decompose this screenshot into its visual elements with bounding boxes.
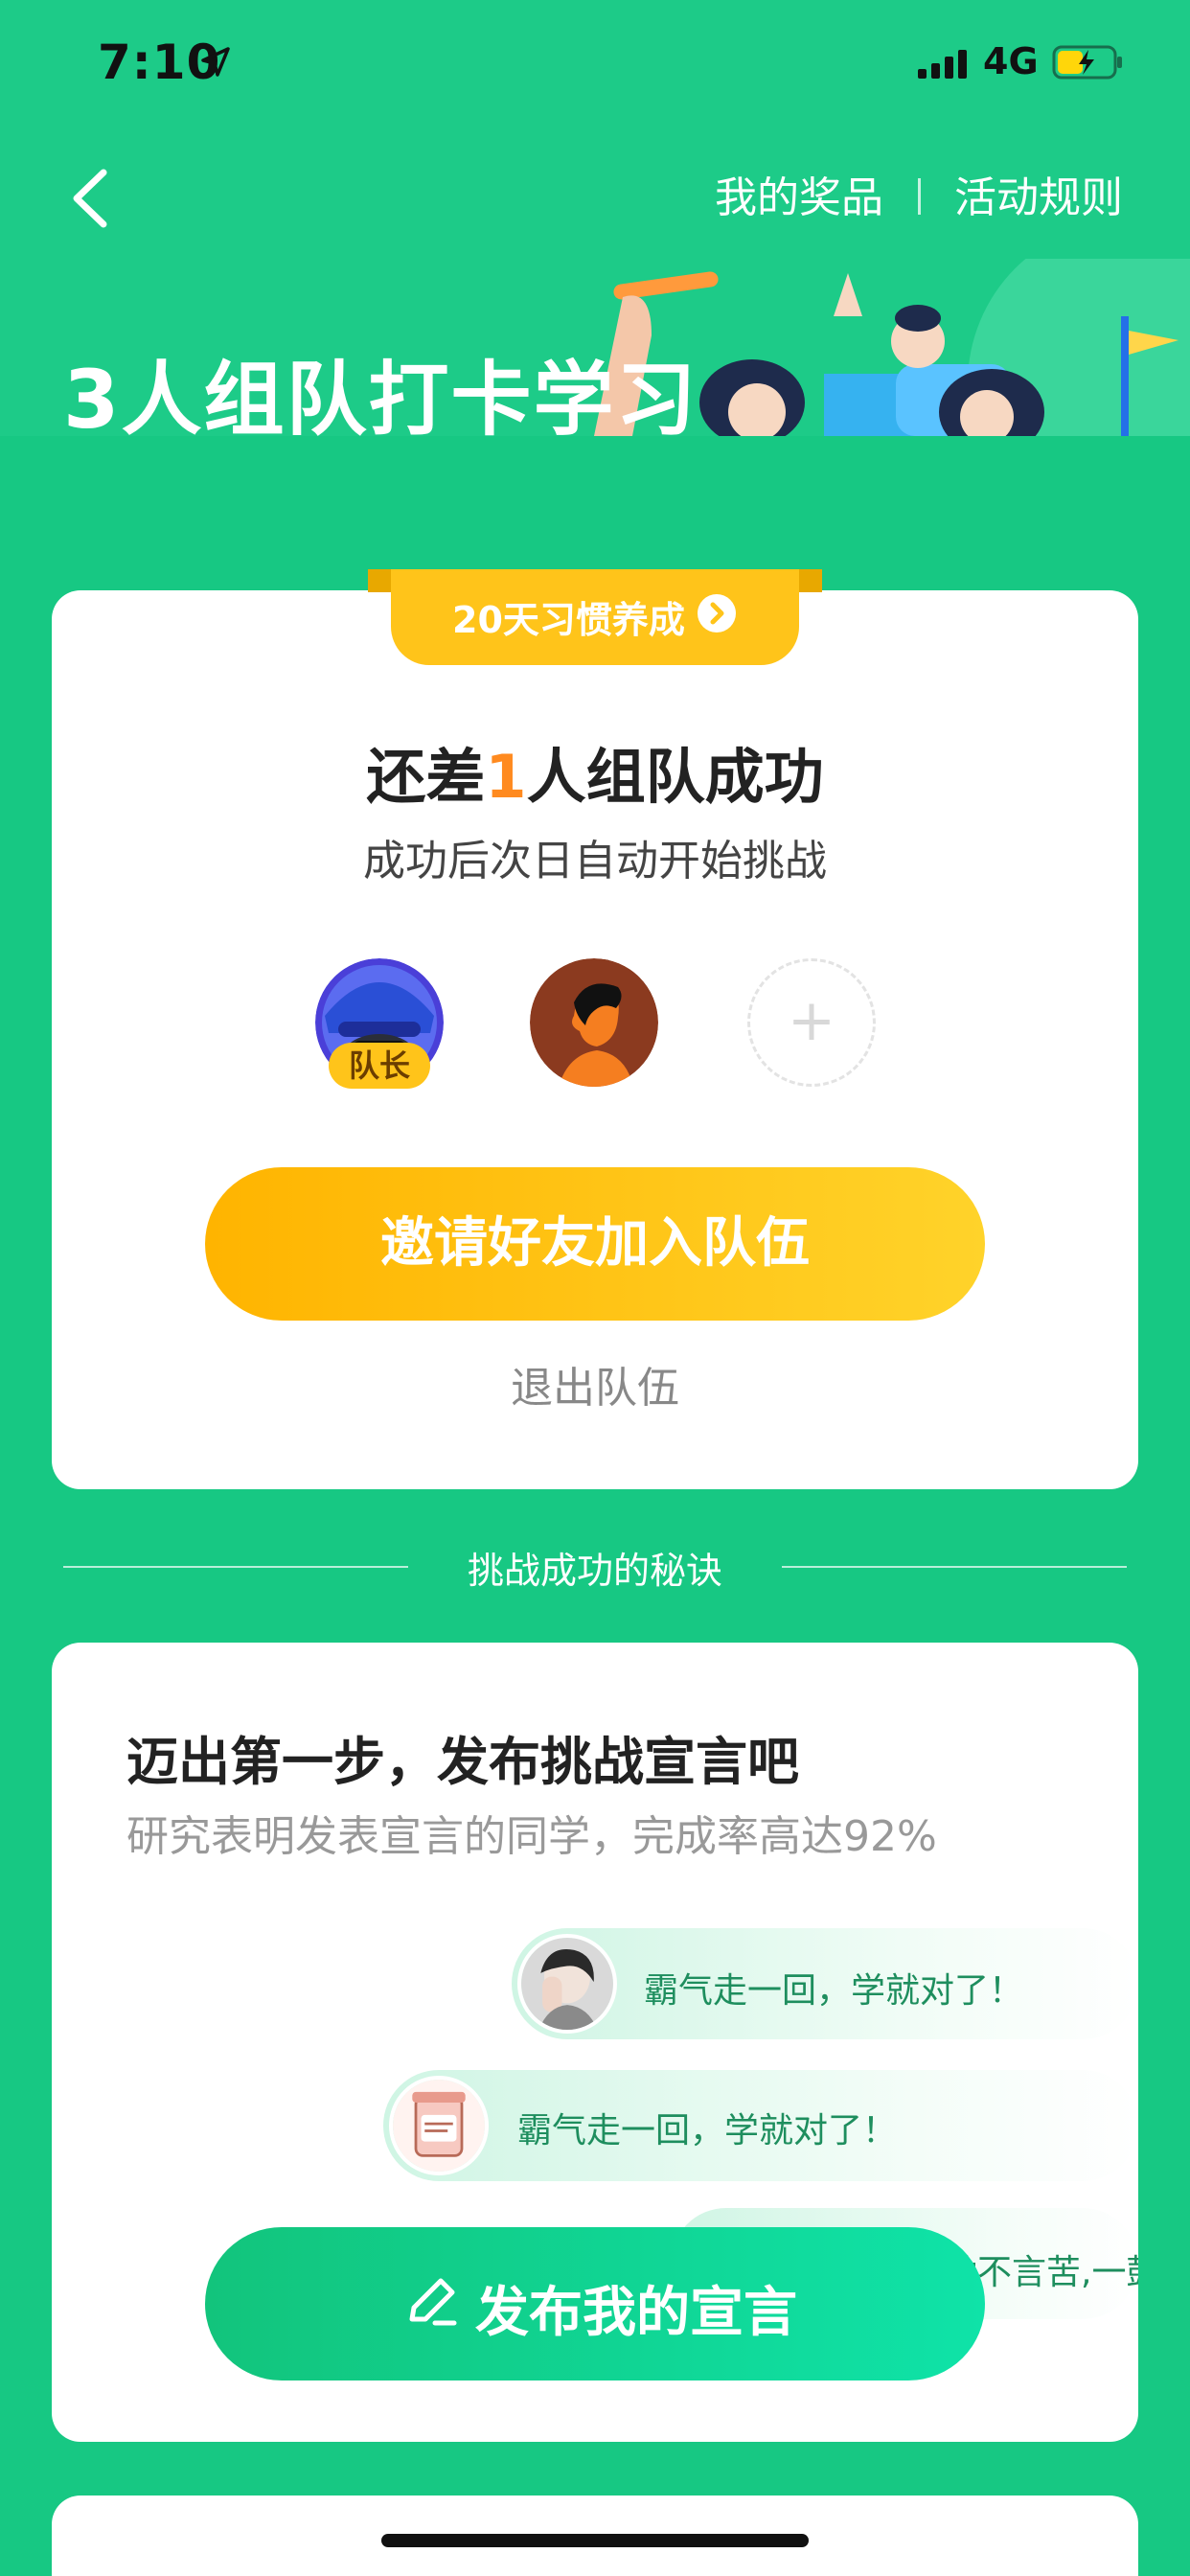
plus-icon: + — [787, 987, 836, 1054]
my-prizes-link[interactable]: 我的奖品 — [715, 163, 883, 224]
leader-badge: 队长 — [329, 1043, 430, 1089]
chevron-right-icon — [698, 594, 736, 632]
rules-link[interactable]: 活动规则 — [954, 163, 1123, 224]
title-prefix: 还差 — [366, 742, 486, 812]
nav-divider — [918, 178, 921, 215]
title-suffix: 人组队成功 — [526, 742, 824, 812]
banner-title: 3人组队打卡学习 — [63, 353, 698, 447]
invite-friends-button[interactable]: 邀请好友加入队伍 — [205, 1167, 985, 1321]
bubble-text: 霸气走一回，学就对了！ — [517, 2111, 898, 2150]
ribbon-wing-right — [797, 569, 822, 592]
member-avatar[interactable] — [530, 958, 658, 1087]
battery-icon — [1052, 45, 1122, 80]
home-indicator[interactable] — [381, 2534, 809, 2547]
network-type: 4G — [983, 40, 1039, 82]
location-arrow-icon — [201, 47, 230, 77]
ribbon-wing-left — [368, 569, 393, 592]
team-status-subtitle: 成功后次日自动开始挑战 — [363, 837, 827, 886]
user-avatar — [389, 2076, 489, 2175]
declaration-title: 迈出第一步，发布挑战宣言吧 — [126, 1732, 799, 1792]
declaration-subtitle: 研究表明发表宣言的同学，完成率高达92% — [126, 1812, 937, 1861]
user-avatar — [517, 1934, 617, 2034]
remaining-count: 1 — [485, 742, 527, 812]
back-icon[interactable] — [67, 165, 115, 232]
section-divider-right — [782, 1566, 1127, 1568]
bubble-text: 霸气走一回，学就对了！ — [644, 1971, 1024, 2011]
publish-button-label: 发布我的宣言 — [475, 2282, 797, 2344]
habit-ribbon-label: 20天习惯养成 — [452, 599, 685, 641]
signal-icon — [918, 50, 967, 79]
edit-pen-icon — [409, 2278, 457, 2326]
team-status-title: 还差1人组队成功 — [0, 728, 1190, 815]
quit-team-link[interactable]: 退出队伍 — [0, 1353, 1190, 1414]
